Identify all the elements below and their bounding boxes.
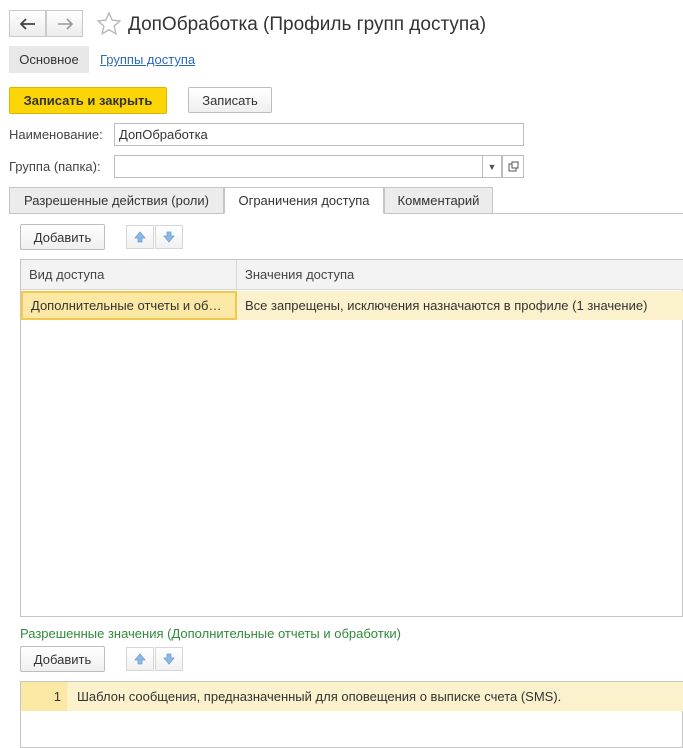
move-up-button[interactable] bbox=[126, 647, 154, 671]
column-header-kind[interactable]: Вид доступа bbox=[21, 260, 237, 290]
back-button[interactable] bbox=[9, 10, 46, 37]
move-down-button[interactable] bbox=[155, 225, 183, 249]
table-row[interactable]: 1 Шаблон сообщения, предназначенный для … bbox=[21, 682, 683, 711]
cell-access-kind[interactable]: Дополнительные отчеты и об… bbox=[21, 291, 237, 320]
allowed-values-table[interactable]: 1 Шаблон сообщения, предназначенный для … bbox=[20, 681, 683, 748]
star-icon[interactable] bbox=[96, 11, 122, 37]
chevron-down-icon: ▼ bbox=[487, 161, 497, 172]
save-and-close-button[interactable]: Записать и закрыть bbox=[9, 87, 167, 114]
tab-access-restrictions[interactable]: Ограничения доступа bbox=[224, 187, 384, 214]
cell-row-number[interactable]: 1 bbox=[21, 682, 67, 711]
forward-button[interactable] bbox=[46, 10, 83, 37]
section-main[interactable]: Основное bbox=[9, 46, 89, 73]
move-up-button[interactable] bbox=[126, 225, 154, 249]
name-label: Наименование: bbox=[9, 127, 103, 142]
open-icon bbox=[508, 161, 518, 172]
arrow-right-icon bbox=[57, 17, 73, 30]
add-restriction-button[interactable]: Добавить bbox=[20, 224, 105, 250]
page-title: ДопОбработка (Профиль групп доступа) bbox=[128, 14, 487, 35]
tab-roles[interactable]: Разрешенные действия (роли) bbox=[9, 187, 224, 214]
save-button[interactable]: Записать bbox=[188, 87, 272, 113]
arrow-up-icon bbox=[134, 231, 146, 243]
group-open-button[interactable] bbox=[502, 155, 524, 178]
move-down-button[interactable] bbox=[155, 647, 183, 671]
tab-comment[interactable]: Комментарий bbox=[384, 187, 493, 214]
group-field[interactable] bbox=[114, 155, 483, 178]
cell-allowed-value[interactable]: Шаблон сообщения, предназначенный для оп… bbox=[69, 682, 683, 711]
arrow-left-icon bbox=[19, 17, 35, 30]
arrow-up-icon bbox=[134, 653, 146, 665]
restrictions-table[interactable]: Вид доступа Значения доступа Дополнитель… bbox=[20, 259, 683, 617]
section-access-groups-link[interactable]: Группы доступа bbox=[100, 52, 195, 67]
arrow-down-icon bbox=[163, 653, 175, 665]
name-field[interactable]: ДопОбработка bbox=[114, 123, 524, 146]
group-dropdown-button[interactable]: ▼ bbox=[483, 155, 502, 178]
cell-access-values[interactable]: Все запрещены, исключения назначаются в … bbox=[237, 291, 683, 320]
add-value-button[interactable]: Добавить bbox=[20, 646, 105, 672]
group-label: Группа (папка): bbox=[9, 159, 101, 174]
arrow-down-icon bbox=[163, 231, 175, 243]
allowed-values-title: Разрешенные значения (Дополнительные отч… bbox=[20, 626, 401, 641]
table-row[interactable]: Дополнительные отчеты и об… Все запрещен… bbox=[21, 291, 683, 320]
column-header-values[interactable]: Значения доступа bbox=[237, 260, 683, 290]
